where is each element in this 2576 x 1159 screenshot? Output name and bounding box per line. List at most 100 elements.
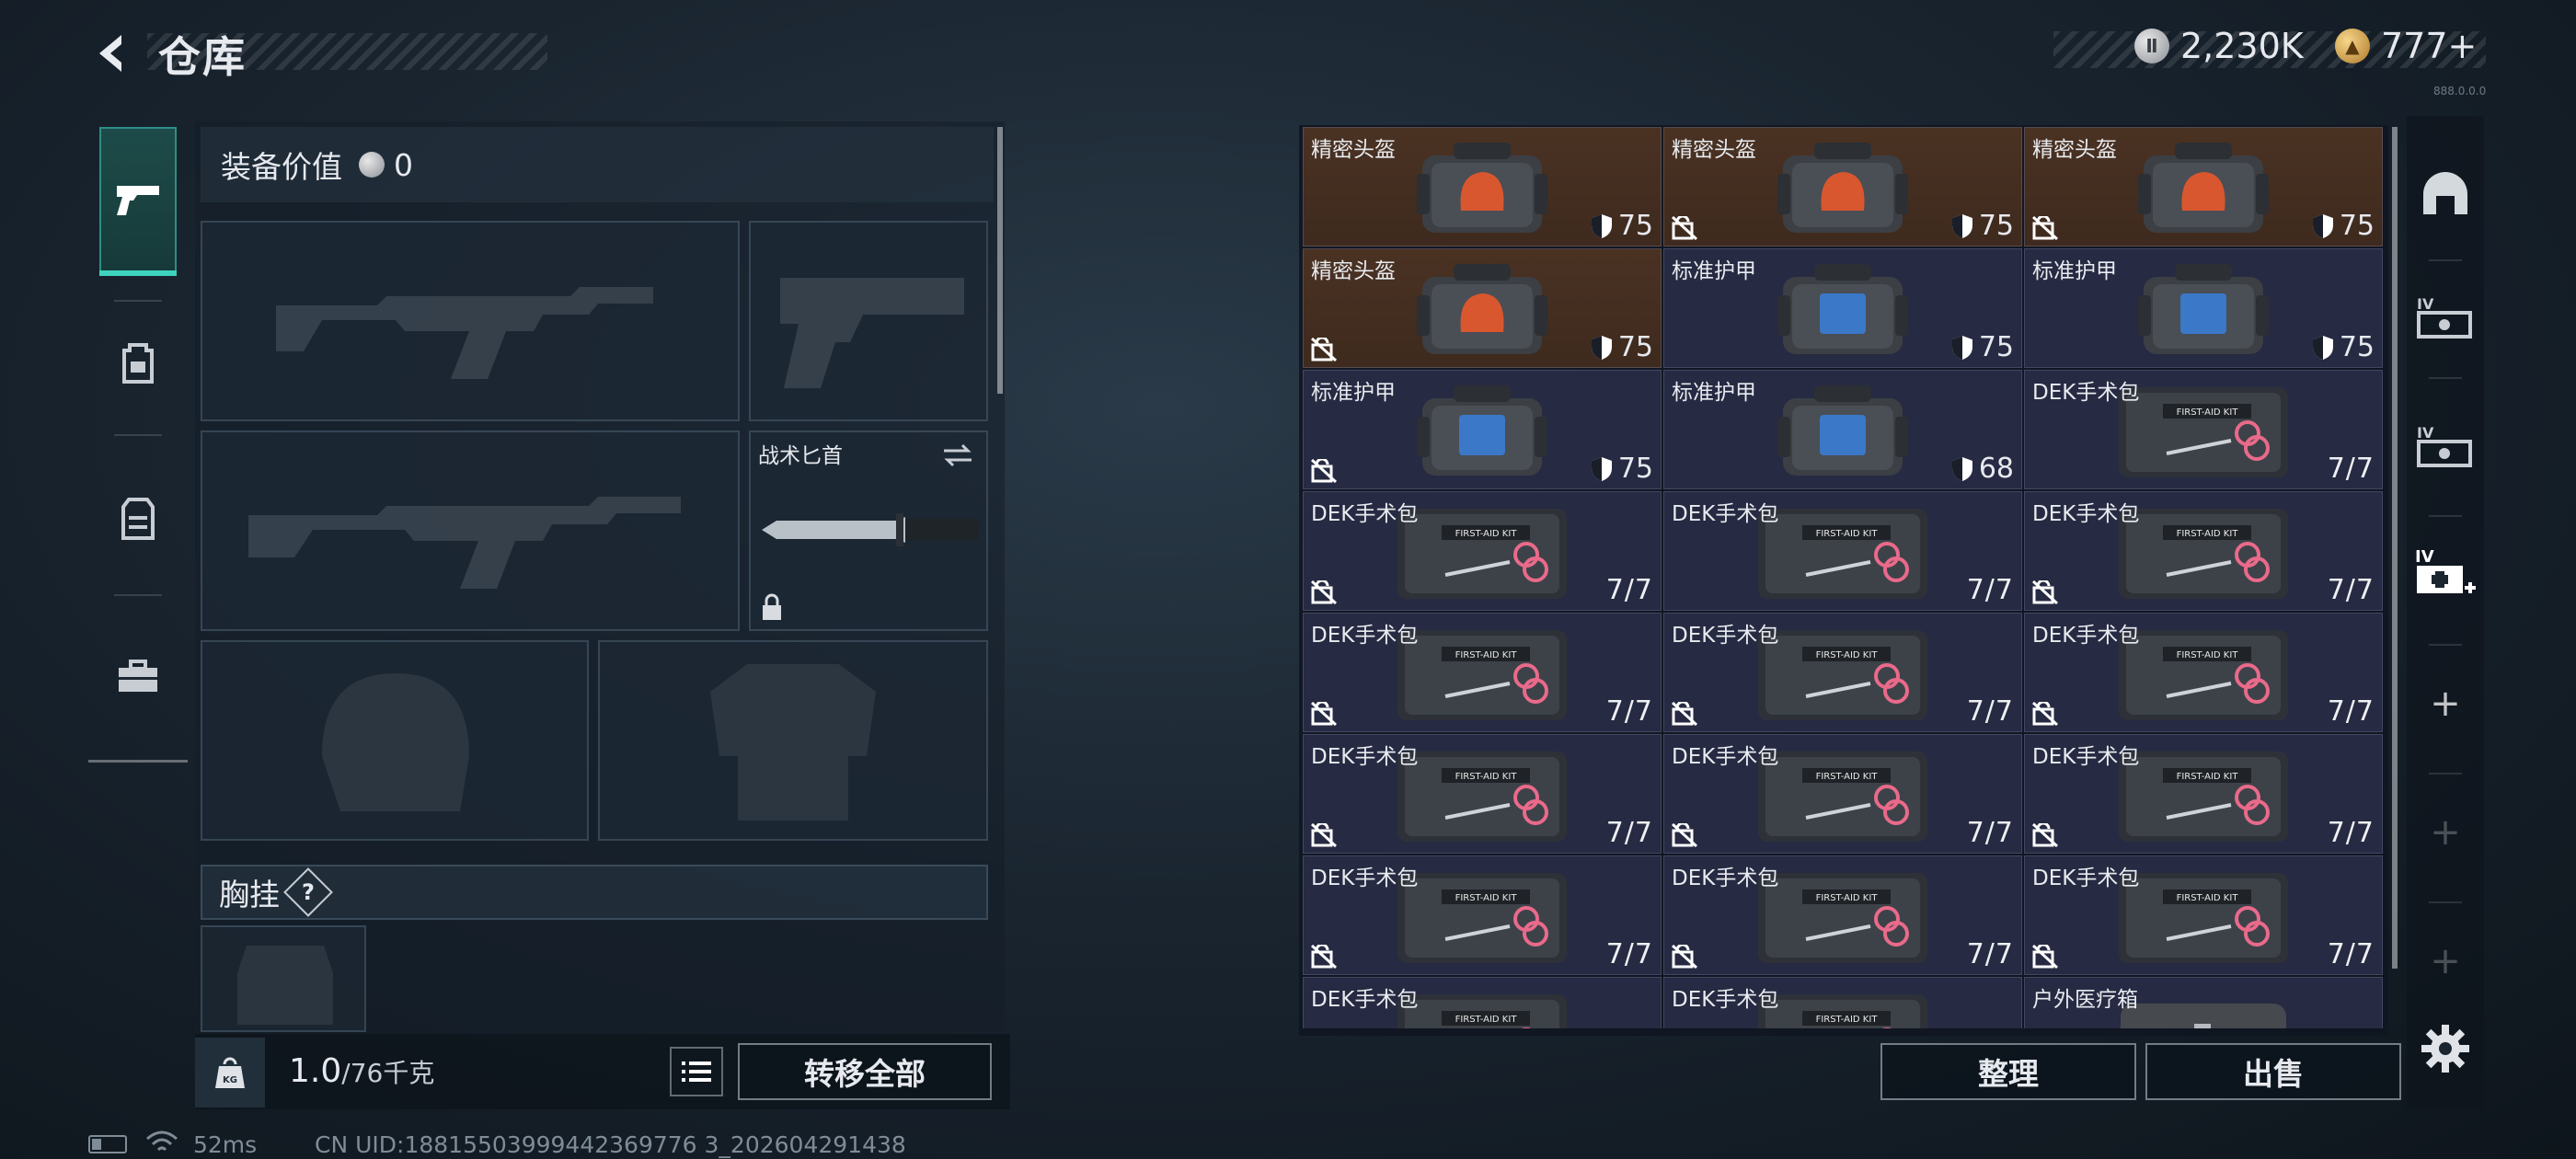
shield-icon xyxy=(2312,335,2333,360)
item-name: DEK手术包 xyxy=(1311,866,1419,890)
svg-text:FIRST-AID KIT: FIRST-AID KIT xyxy=(2177,893,2239,903)
gold-currency-value: 777+ xyxy=(2381,26,2478,66)
rail-helmet-slot[interactable] xyxy=(2407,143,2484,245)
tab-weapons[interactable] xyxy=(99,127,177,276)
warehouse-item[interactable]: FIRST-AID KIT DEK手术包 7/7 xyxy=(1663,734,2022,854)
item-name: DEK手术包 xyxy=(1672,502,1779,526)
warehouse-item[interactable]: FIRST-AID KIT DEK手术包 7/7 xyxy=(1663,855,2022,975)
warehouse-item[interactable]: FIRST-AID KIT DEK手术包 7/7 xyxy=(1303,613,1662,732)
item-name: 标准护甲 xyxy=(1311,381,1396,405)
item-name: DEK手术包 xyxy=(2032,745,2140,769)
primary-weapon-slot-1[interactable] xyxy=(201,221,740,421)
rail-iv-case-2[interactable]: IV xyxy=(2407,396,2484,497)
rail-iv-case-1[interactable]: IV xyxy=(2407,267,2484,368)
help-button[interactable]: ? xyxy=(283,867,333,917)
primary-weapon-slot-2[interactable] xyxy=(201,430,740,631)
silver-currency[interactable]: Ⅱ 2,230K xyxy=(2134,26,2304,66)
weight-max: /76千克 xyxy=(341,1058,435,1088)
weight-current: 1.0 xyxy=(289,1052,342,1090)
add-slot-plus-dim-2[interactable]: + xyxy=(2407,911,2484,1012)
warehouse-item[interactable]: FIRST-AID KIT DEK手术包 7/7 xyxy=(2024,370,2383,489)
list-view-button[interactable] xyxy=(670,1047,723,1096)
silver-currency-value: 2,230K xyxy=(2180,26,2304,66)
svg-text:FIRST-AID KIT: FIRST-AID KIT xyxy=(1455,893,1518,903)
add-slot-plus-dim[interactable]: + xyxy=(2407,782,2484,883)
item-name: DEK手术包 xyxy=(1311,624,1419,648)
sort-button[interactable]: 整理 xyxy=(1880,1043,2136,1100)
swap-icon[interactable] xyxy=(940,442,975,469)
pistol-slot[interactable] xyxy=(749,221,988,421)
svg-text:FIRST-AID KIT: FIRST-AID KIT xyxy=(2177,772,2239,782)
item-quantity: 7/7 xyxy=(1966,695,2014,728)
warehouse-item[interactable]: FIRST-AID KIT DEK手术包 7/7 xyxy=(1303,491,1662,611)
item-quantity: 7/7 xyxy=(1605,938,1653,970)
list-icon xyxy=(682,1061,711,1082)
warehouse-scrollbar[interactable] xyxy=(2392,127,2398,969)
shield-icon xyxy=(2312,213,2333,238)
rail-iv-medkit-add[interactable]: IV xyxy=(2407,524,2484,625)
warehouse-item[interactable]: FIRST-AID KIT DEK手术包 7/7 xyxy=(1663,491,2022,611)
iv-medkit-add-icon: IV xyxy=(2415,547,2476,593)
armor-slot[interactable] xyxy=(598,640,988,841)
warehouse-item[interactable]: FIRST-AID KIT DEK手术包 7/7 xyxy=(1303,734,1662,854)
item-name: DEK手术包 xyxy=(1311,745,1419,769)
left-tab-column xyxy=(88,116,188,764)
warehouse-item[interactable]: 精密头盔 75 xyxy=(2024,127,2383,247)
equipment-scrollbar[interactable] xyxy=(997,127,1003,394)
item-name: DEK手术包 xyxy=(1672,745,1779,769)
tab-vest[interactable] xyxy=(99,480,177,557)
svg-text:FIRST-AID KIT: FIRST-AID KIT xyxy=(1455,529,1518,539)
item-name: 标准护甲 xyxy=(2032,259,2117,283)
item-name: DEK手术包 xyxy=(2032,381,2140,405)
iv-case-icon-2: IV xyxy=(2417,424,2472,467)
chest-rig-silhouette-icon xyxy=(237,946,333,1025)
item-armor-value: 75 xyxy=(2312,331,2375,363)
item-quantity: 7/7 xyxy=(2327,938,2375,970)
item-quantity: 7/7 xyxy=(1605,695,1653,728)
warehouse-item[interactable]: 标准护甲 75 xyxy=(1663,248,2022,368)
transfer-all-button[interactable]: 转移全部 xyxy=(738,1043,992,1100)
warehouse-item[interactable]: FIRST-AID KIT DEK手术包 7/7 xyxy=(2024,491,2383,611)
warehouse-item[interactable]: FIRST-AID KIT DEK手术包 7/7 xyxy=(2024,855,2383,975)
item-armor-value: 75 xyxy=(1951,331,2014,363)
settings-gear-icon[interactable] xyxy=(2418,1021,2473,1076)
shield-icon xyxy=(1951,335,1972,360)
warehouse-item[interactable]: FIRST-AID KIT DEK手术包 7/7 xyxy=(2024,734,2383,854)
svg-text:IV: IV xyxy=(2417,424,2434,442)
gold-currency[interactable]: ▲ 777+ xyxy=(2335,26,2477,66)
chest-rig-slot[interactable] xyxy=(201,925,366,1032)
warehouse-item[interactable]: FIRST-AID KIT DEK手术包 7/7 xyxy=(2024,613,2383,732)
warehouse-item[interactable]: FIRST-AID KIT DEK手术包 xyxy=(1303,977,1662,1028)
warehouse-item[interactable]: 标准护甲 75 xyxy=(2024,248,2383,368)
warehouse-item[interactable]: 户外医疗箱 xyxy=(2024,977,2383,1028)
back-arrow-icon xyxy=(99,35,121,72)
warehouse-item[interactable]: 标准护甲 75 xyxy=(1303,370,1662,489)
shield-icon xyxy=(1951,456,1972,481)
warehouse-item[interactable]: 精密头盔 75 xyxy=(1663,127,2022,247)
page-title: 仓库 xyxy=(158,32,247,82)
backpack-icon xyxy=(122,343,154,384)
tab-backpack[interactable] xyxy=(99,324,177,401)
warehouse-item[interactable]: 精密头盔 75 xyxy=(1303,248,1662,368)
tab-toolbox[interactable] xyxy=(99,638,177,716)
equipment-value: 0 xyxy=(394,146,413,183)
warehouse-item[interactable]: FIRST-AID KIT DEK手术包 7/7 xyxy=(1663,613,2022,732)
svg-text:FIRST-AID KIT: FIRST-AID KIT xyxy=(1816,772,1879,782)
warehouse-grid: 精密头盔 75 精密头盔 75 精密头盔 75 精密头盔 75 标准护甲 75 … xyxy=(1303,127,2383,1028)
sell-button[interactable]: 出售 xyxy=(2145,1043,2401,1100)
armor-silhouette-icon xyxy=(710,664,876,820)
battery-icon xyxy=(88,1135,127,1153)
knife-slot[interactable]: 战术匕首 xyxy=(749,430,988,631)
helmet-bag-image-icon xyxy=(1774,137,1912,242)
back-button[interactable] xyxy=(85,26,140,81)
warehouse-item[interactable]: 标准护甲 68 xyxy=(1663,370,2022,489)
warehouse-item[interactable]: 精密头盔 75 xyxy=(1303,127,1662,247)
item-name: DEK手术包 xyxy=(1311,502,1419,526)
helmet-bag-image-icon xyxy=(2134,137,2272,242)
helmet-slot[interactable] xyxy=(201,640,589,841)
helmet-slot-icon xyxy=(2423,172,2467,214)
warehouse-item[interactable]: FIRST-AID KIT DEK手术包 7/7 xyxy=(1303,855,1662,975)
warehouse-item[interactable]: FIRST-AID KIT DEK手术包 xyxy=(1663,977,2022,1028)
helmet-silhouette-icon xyxy=(322,673,469,811)
add-slot-plus[interactable]: + xyxy=(2407,653,2484,754)
